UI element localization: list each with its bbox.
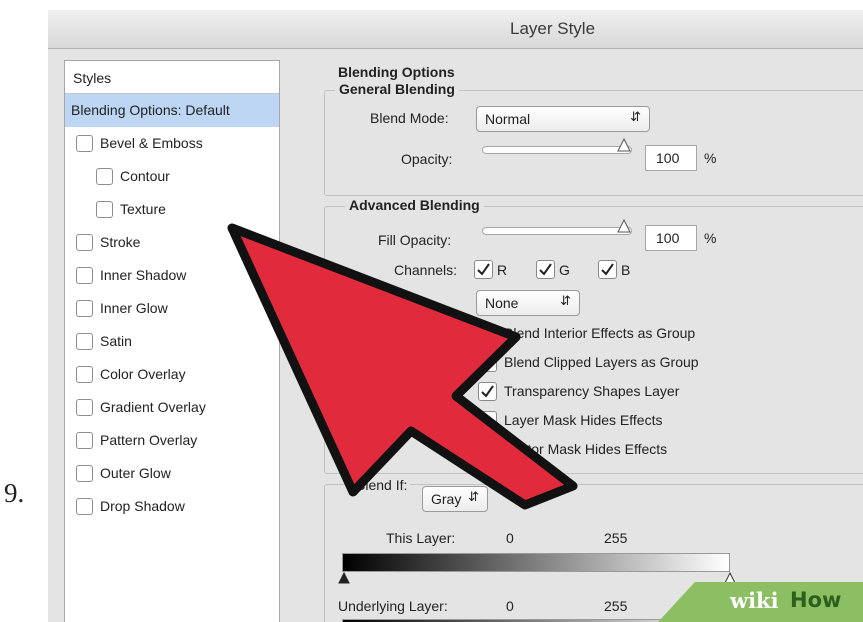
- red-pointer-arrow-icon: [227, 223, 578, 510]
- watermark-how: How: [790, 588, 842, 612]
- watermark-wiki: wiki: [730, 588, 779, 613]
